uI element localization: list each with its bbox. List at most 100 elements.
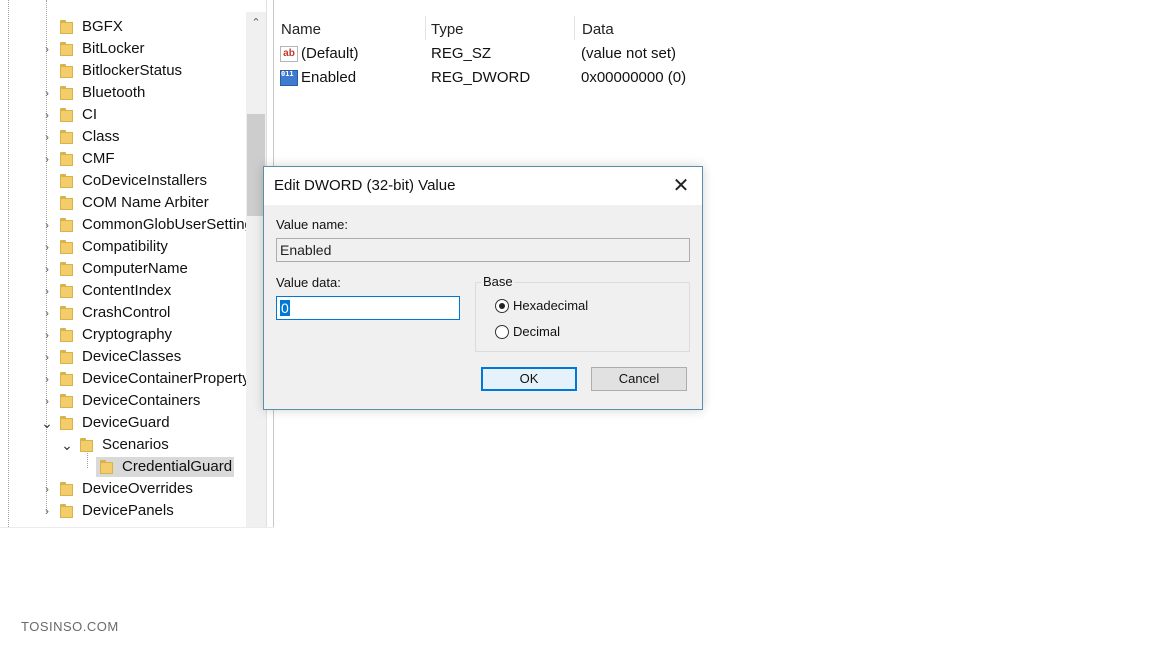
tree-item[interactable]: ⌄ DeviceGuard — [0, 412, 246, 434]
column-separator[interactable] — [425, 16, 426, 40]
value-name-field[interactable]: Enabled — [276, 238, 690, 262]
expander-icon[interactable]: › — [41, 302, 53, 324]
expander-icon[interactable]: › — [41, 500, 53, 522]
folder-icon — [60, 20, 73, 34]
decimal-radio[interactable] — [495, 325, 509, 339]
tree-item-label: BGFX — [82, 18, 123, 35]
folder-icon — [60, 350, 73, 364]
folder-icon — [60, 284, 73, 298]
folder-icon — [60, 372, 73, 386]
tree-item[interactable]: › ContentIndex — [0, 280, 246, 302]
value-type: REG_SZ — [431, 45, 492, 62]
folder-icon — [60, 64, 73, 78]
expander-icon[interactable]: › — [41, 280, 53, 302]
value-name: (Default) — [301, 45, 359, 62]
tree-item-label: Cryptography — [82, 326, 173, 343]
tree-item[interactable]: CoDeviceInstallers — [0, 170, 246, 192]
expander-icon[interactable]: › — [41, 390, 53, 412]
base-groupbox — [475, 282, 690, 352]
tree-item[interactable]: › Cryptography — [0, 324, 246, 346]
base-groupbox-title: Base — [481, 274, 515, 289]
tree-item-label: Bluetooth — [82, 84, 146, 101]
decimal-radio-label[interactable]: Decimal — [513, 324, 560, 339]
value-data-field[interactable]: 0 — [276, 296, 460, 320]
dialog-titlebar[interactable]: Edit DWORD (32-bit) Value ✕ — [264, 167, 702, 205]
value-name-label: Value name: — [276, 217, 349, 232]
column-header-data[interactable]: Data — [582, 18, 614, 42]
expander-icon[interactable] — [41, 170, 53, 192]
expander-icon[interactable]: › — [41, 214, 53, 236]
tree-item[interactable]: › CommonGlobUserSettings — [0, 214, 260, 236]
column-header-type[interactable]: Type — [431, 18, 464, 42]
tree-item[interactable]: BGFX — [0, 16, 246, 38]
expander-icon[interactable]: › — [41, 368, 53, 390]
watermark: TOSINSO.COM — [21, 619, 119, 634]
tree-item-label: CrashControl — [82, 304, 171, 321]
expander-icon[interactable]: › — [41, 236, 53, 258]
expander-icon[interactable]: › — [41, 82, 53, 104]
folder-icon — [60, 108, 73, 122]
column-header-name[interactable]: Name — [281, 18, 321, 42]
tree-item[interactable]: › BitLocker — [0, 38, 246, 60]
string-value-icon: ab — [280, 46, 298, 62]
value-type: REG_DWORD — [431, 69, 531, 86]
expander-icon[interactable] — [41, 16, 53, 38]
folder-icon — [60, 42, 73, 56]
tree-item-label: ContentIndex — [82, 282, 172, 299]
tree-item[interactable]: › DeviceClasses — [0, 346, 246, 368]
column-separator[interactable] — [574, 16, 575, 40]
tree-item-label: DeviceContainerPropertyUpdateEvents — [82, 370, 266, 387]
scroll-up-icon[interactable]: ⌃ — [246, 12, 266, 32]
folder-icon — [60, 262, 73, 276]
expander-icon[interactable]: › — [41, 148, 53, 170]
value-data-text: 0 — [280, 300, 290, 316]
tree-item[interactable]: › Compatibility — [0, 236, 246, 258]
tree-item-label: DeviceClasses — [82, 348, 182, 365]
close-icon[interactable]: ✕ — [670, 175, 692, 197]
cancel-button[interactable]: Cancel — [591, 367, 687, 391]
tree-item[interactable]: › CMF — [0, 148, 246, 170]
tree-item-label: CMF — [82, 150, 115, 167]
window-bottom-edge — [0, 527, 274, 528]
expander-icon[interactable]: › — [41, 38, 53, 60]
tree-item[interactable]: › CrashControl — [0, 302, 246, 324]
folder-icon — [100, 460, 113, 474]
tree-item[interactable]: COM Name Arbiter — [0, 192, 246, 214]
expander-icon[interactable]: › — [41, 346, 53, 368]
hexadecimal-radio-label[interactable]: Hexadecimal — [513, 298, 588, 313]
tree-item[interactable]: › Bluetooth — [0, 82, 246, 104]
expander-icon[interactable]: › — [41, 258, 53, 280]
expander-icon[interactable] — [81, 456, 93, 478]
tree-item[interactable]: BitlockerStatus — [0, 60, 246, 82]
expander-icon[interactable]: › — [41, 126, 53, 148]
tree-item-label: CommonGlobUserSettings — [82, 216, 261, 233]
value-data-label: Value data: — [276, 275, 341, 290]
value-row[interactable]: ab (Default) REG_SZ (value not set) — [274, 43, 874, 65]
folder-icon — [60, 152, 73, 166]
expander-icon[interactable]: › — [41, 104, 53, 126]
tree-item[interactable]: › DevicePanels — [0, 500, 246, 522]
tree-item[interactable]: › DeviceContainerPropertyUpdateEvents — [0, 368, 266, 390]
tree-item[interactable]: › Class — [0, 126, 246, 148]
tree-item[interactable]: › ComputerName — [0, 258, 246, 280]
tree-item[interactable]: › DeviceContainers — [0, 390, 246, 412]
expander-icon[interactable]: › — [41, 324, 53, 346]
expander-icon[interactable]: ⌄ — [41, 412, 53, 434]
expander-icon[interactable]: › — [41, 478, 53, 500]
ok-button[interactable]: OK — [481, 367, 577, 391]
value-row[interactable]: 011 110 Enabled REG_DWORD 0x00000000 (0) — [274, 67, 874, 89]
tree-item[interactable]: CredentialGuard — [0, 456, 246, 478]
binary-value-icon: 011 110 — [280, 70, 311, 86]
folder-icon — [60, 394, 73, 408]
tree-item[interactable]: ⌄ Scenarios — [0, 434, 246, 456]
tree-item-label: CredentialGuard — [122, 458, 233, 475]
expander-icon[interactable] — [41, 60, 53, 82]
tree-item-label: Compatibility — [82, 238, 168, 255]
folder-icon — [60, 482, 73, 496]
tree-item-label: ComputerName — [82, 260, 188, 277]
tree-item[interactable]: › DeviceOverrides — [0, 478, 246, 500]
expander-icon[interactable]: ⌄ — [61, 434, 73, 456]
hexadecimal-radio[interactable] — [495, 299, 509, 313]
tree-item[interactable]: › CI — [0, 104, 246, 126]
expander-icon[interactable] — [41, 192, 53, 214]
